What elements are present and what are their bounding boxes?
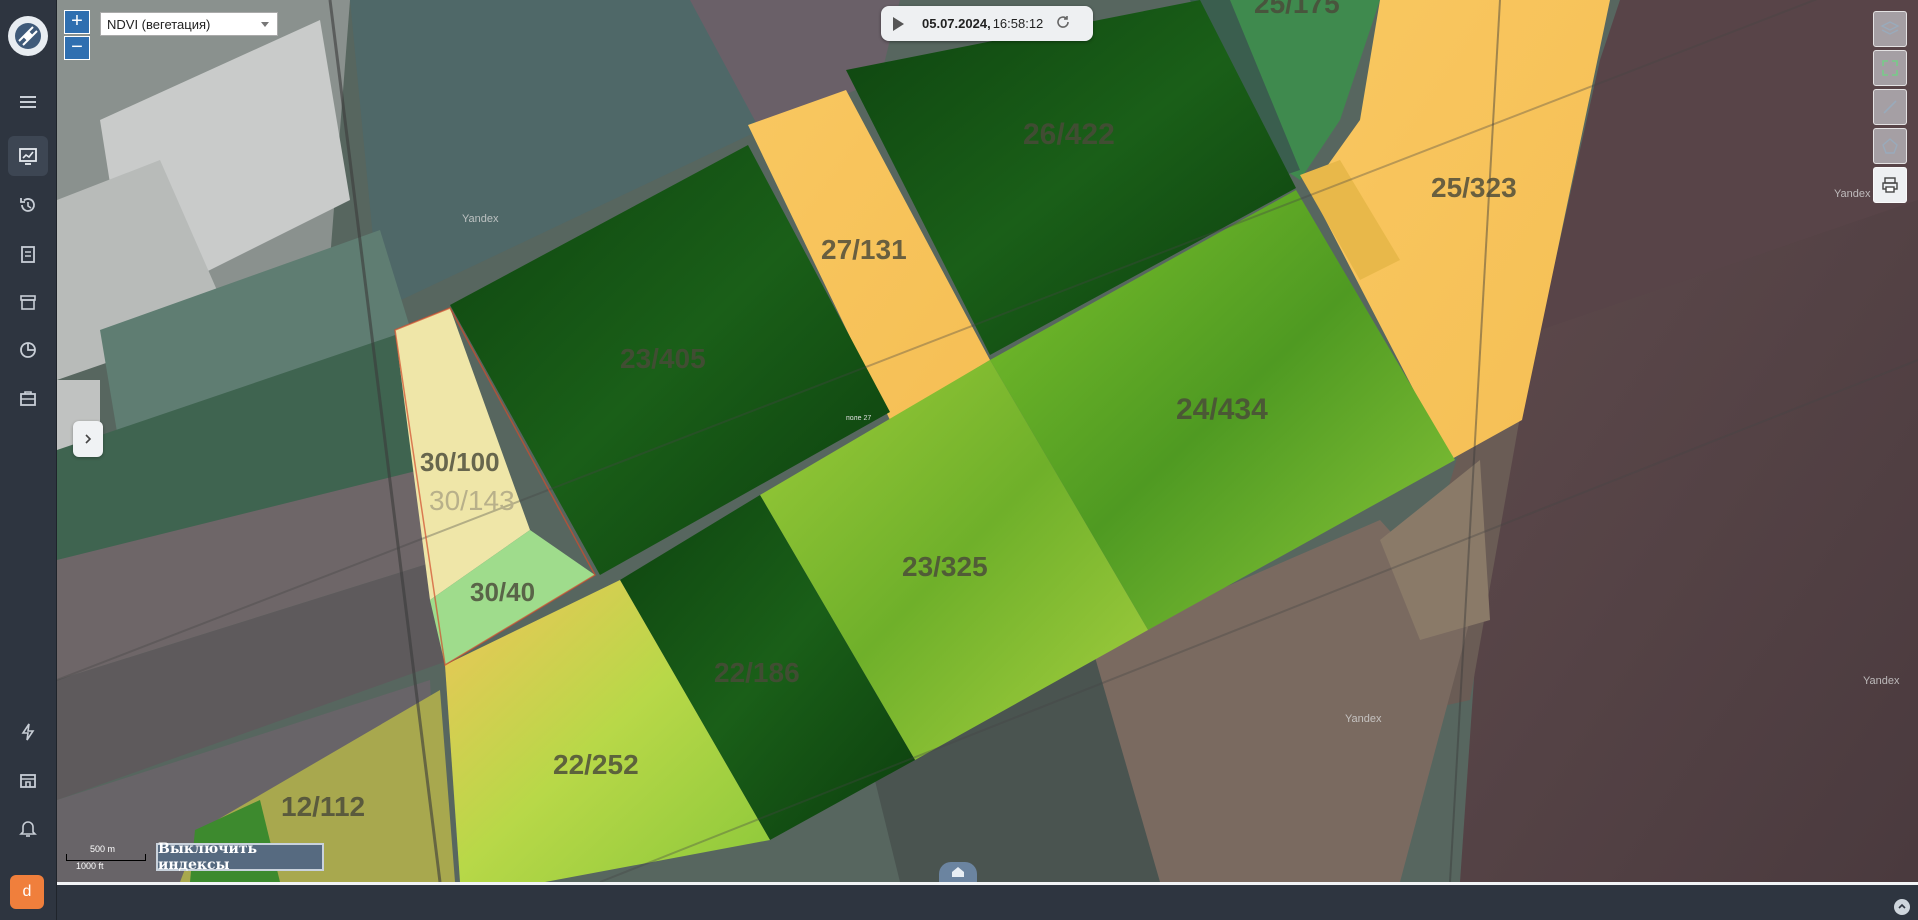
chevron-up-icon bbox=[1898, 903, 1906, 909]
home-icon bbox=[952, 867, 964, 877]
nav-warehouse[interactable] bbox=[8, 760, 48, 800]
archive-icon bbox=[20, 295, 36, 310]
field-label[interactable]: 22/186 bbox=[714, 657, 800, 689]
nav-monitoring[interactable] bbox=[8, 136, 48, 176]
play-icon[interactable] bbox=[893, 16, 904, 31]
expand-icon bbox=[1882, 60, 1898, 76]
clipboard-icon bbox=[21, 246, 35, 263]
map-scale: 500 m 1000 ft bbox=[66, 844, 146, 871]
chevron-down-icon bbox=[261, 22, 269, 27]
layers-icon bbox=[1880, 21, 1900, 35]
nav-history[interactable] bbox=[8, 185, 48, 225]
nav-archive[interactable] bbox=[8, 282, 48, 322]
nav-notifications[interactable] bbox=[8, 808, 48, 848]
fullscreen-button[interactable] bbox=[1873, 50, 1907, 86]
bottom-panel bbox=[57, 882, 1918, 920]
field-label[interactable]: 25/175 bbox=[1254, 0, 1340, 20]
layers-button[interactable] bbox=[1873, 11, 1907, 47]
measure-button[interactable] bbox=[1873, 89, 1907, 125]
nav-alerts[interactable] bbox=[8, 712, 48, 752]
lightning-icon bbox=[21, 723, 35, 741]
field-label[interactable]: 24/434 bbox=[1176, 393, 1268, 427]
zoom-out-button[interactable]: − bbox=[64, 36, 90, 60]
expand-panel-button[interactable] bbox=[73, 421, 103, 457]
toggle-indices-button[interactable]: Выключить индексы bbox=[156, 841, 324, 873]
polygon-icon bbox=[1882, 138, 1898, 154]
field-label[interactable]: 30/143 bbox=[429, 485, 515, 517]
chevron-right-icon bbox=[85, 434, 92, 444]
field-label[interactable]: 23/405 bbox=[620, 343, 706, 375]
bell-icon bbox=[19, 821, 37, 837]
printer-icon bbox=[1882, 177, 1898, 193]
scale-bottom-label: 1000 ft bbox=[76, 861, 104, 871]
player-date: 05.07.2024, bbox=[922, 16, 991, 31]
field-label[interactable]: 30/100 bbox=[420, 447, 500, 478]
satellite-logo-icon[interactable] bbox=[8, 16, 48, 56]
zoom-in-button[interactable]: + bbox=[64, 10, 90, 34]
print-button[interactable] bbox=[1873, 167, 1907, 203]
nav-analytics[interactable] bbox=[8, 330, 48, 370]
pie-chart-icon bbox=[20, 342, 36, 358]
sidebar: d bbox=[0, 0, 57, 920]
yandex-watermark: Yandex bbox=[1834, 188, 1871, 200]
nav-tasks[interactable] bbox=[8, 234, 48, 274]
field-label[interactable]: 25/323 bbox=[1431, 172, 1517, 204]
field-label[interactable]: 22/252 bbox=[553, 749, 639, 781]
nav-briefcase[interactable] bbox=[8, 378, 48, 418]
yandex-watermark: Yandex bbox=[462, 213, 499, 225]
briefcase-icon bbox=[20, 391, 36, 406]
hamburger-icon bbox=[20, 96, 36, 108]
index-layer-value: NDVI (вегетация) bbox=[107, 16, 211, 32]
yandex-watermark: Yandex bbox=[1863, 675, 1900, 687]
map-canvas[interactable]: 26/422 25/323 25/175 27/131 23/405 24/43… bbox=[57, 0, 1918, 882]
yandex-watermark: Yandex bbox=[1345, 713, 1382, 725]
draw-button[interactable] bbox=[1873, 128, 1907, 164]
timeline-player: 05.07.2024, 16:58:12 bbox=[881, 6, 1093, 41]
scale-top-label: 500 m bbox=[90, 844, 116, 854]
menu-button[interactable] bbox=[8, 82, 48, 122]
history-icon bbox=[20, 198, 35, 212]
map-tools bbox=[1873, 11, 1907, 206]
field-label[interactable]: 30/40 bbox=[470, 577, 535, 608]
collapse-panel-button[interactable] bbox=[1894, 899, 1910, 915]
field-label[interactable]: 26/422 bbox=[1023, 118, 1115, 152]
field-label[interactable]: 27/131 bbox=[821, 234, 907, 266]
index-layer-select[interactable]: NDVI (вегетация) bbox=[100, 12, 278, 36]
zoom-controls: + − bbox=[64, 10, 90, 62]
satellite-imagery bbox=[57, 0, 1918, 882]
scale-bar bbox=[66, 854, 146, 861]
user-avatar[interactable]: d bbox=[10, 875, 44, 909]
ruler-icon bbox=[1883, 100, 1897, 114]
player-time: 16:58:12 bbox=[992, 16, 1044, 31]
field-label[interactable]: 12/112 bbox=[281, 791, 365, 823]
small-field-label[interactable]: поле 27 bbox=[846, 415, 871, 422]
home-button[interactable] bbox=[939, 862, 977, 882]
refresh-icon[interactable] bbox=[1055, 14, 1071, 33]
barn-icon bbox=[20, 774, 36, 788]
field-label[interactable]: 23/325 bbox=[902, 551, 988, 583]
chart-screen-icon bbox=[19, 148, 37, 165]
